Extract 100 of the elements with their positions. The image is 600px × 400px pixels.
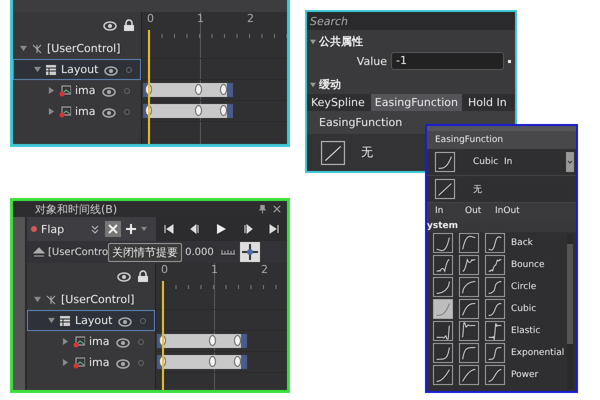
- keyframe-marker[interactable]: [234, 335, 241, 346]
- keyframe-marker[interactable]: [234, 356, 241, 367]
- easing-name: Cubic: [511, 304, 536, 314]
- tree-item-label: ima: [75, 84, 96, 97]
- close-storyboard-icon[interactable]: [105, 221, 121, 237]
- section-toggle-icon[interactable]: [310, 38, 316, 44]
- expand-arrow-icon[interactable]: [62, 359, 69, 366]
- keyframe-marker[interactable]: [195, 105, 202, 116]
- collapse-icon[interactable]: [89, 223, 101, 235]
- caret-icon[interactable]: [141, 227, 147, 231]
- last-frame-icon[interactable]: [268, 224, 279, 234]
- eye-icon[interactable]: [103, 19, 117, 31]
- keyframe-marker[interactable]: [209, 356, 216, 367]
- easing-curve-button[interactable]: [485, 299, 505, 319]
- lock-toggle-icon[interactable]: [138, 338, 144, 344]
- tree-item[interactable]: [UserControl]: [13, 38, 141, 59]
- tree-item[interactable]: ima: [27, 352, 155, 373]
- scrollbar[interactable]: [567, 234, 573, 389]
- keyframe-marker[interactable]: [220, 105, 227, 116]
- tree-item[interactable]: ima: [27, 331, 155, 352]
- expand-arrow-icon[interactable]: [20, 45, 27, 52]
- expand-arrow-icon[interactable]: [48, 317, 55, 324]
- expand-arrow-icon[interactable]: [48, 87, 55, 94]
- ruler-label: 2: [261, 263, 269, 278]
- tree-item-label: ima: [75, 105, 96, 118]
- easing-curve-button[interactable]: [433, 233, 453, 253]
- tree-item[interactable]: [UserControl]: [27, 289, 155, 310]
- next-frame-icon[interactable]: [242, 224, 253, 234]
- lock-toggle-icon[interactable]: [138, 360, 144, 366]
- tree-item-label: [UserControl]: [47, 42, 120, 55]
- lock-toggle-icon[interactable]: [140, 318, 146, 324]
- keyframe-marker[interactable]: [220, 84, 227, 95]
- easing-name: Power: [511, 370, 538, 380]
- lock-toggle-icon[interactable]: [124, 88, 130, 94]
- easing-name: Bounce: [511, 260, 545, 270]
- animation-bar[interactable]: [157, 355, 247, 369]
- tree-item[interactable]: ima: [13, 101, 141, 122]
- easing-curve-button[interactable]: [485, 255, 505, 275]
- expand-arrow-icon[interactable]: [34, 66, 41, 73]
- lock-toggle-icon[interactable]: [124, 108, 130, 114]
- eye-icon[interactable]: [116, 336, 130, 348]
- easing-curve-button[interactable]: [485, 321, 505, 341]
- easing-curve-button[interactable]: [459, 365, 479, 385]
- tree-item[interactable]: Layout: [27, 310, 155, 331]
- tree-item[interactable]: Layout: [13, 59, 141, 80]
- keyframe-marker[interactable]: [209, 335, 216, 346]
- close-icon[interactable]: [273, 205, 281, 213]
- keyframe-marker[interactable]: [195, 84, 202, 95]
- easing-curve-button[interactable]: [433, 255, 453, 275]
- lock-toggle-icon[interactable]: [126, 66, 132, 72]
- add-icon[interactable]: [125, 223, 137, 235]
- easing-curve-button[interactable]: [459, 233, 479, 253]
- image-icon: [73, 336, 85, 348]
- easing-curve-button[interactable]: [433, 343, 453, 363]
- animation-bar[interactable]: [143, 83, 233, 97]
- lock-icon[interactable]: [123, 19, 135, 31]
- easing-curve-button[interactable]: [485, 233, 505, 253]
- eye-icon[interactable]: [117, 270, 131, 282]
- pin-icon[interactable]: [258, 204, 267, 214]
- tab[interactable]: EasingFunction: [370, 94, 462, 111]
- grid-icon: [45, 64, 57, 76]
- linear-curve-icon[interactable]: [321, 140, 345, 164]
- lock-icon[interactable]: [137, 270, 149, 282]
- snap-button[interactable]: [240, 242, 260, 262]
- expand-arrow-icon[interactable]: [62, 338, 69, 345]
- eye-icon[interactable]: [102, 84, 116, 96]
- eye-icon[interactable]: [102, 106, 116, 118]
- search-field[interactable]: Search: [307, 12, 515, 30]
- value-field[interactable]: -1: [391, 52, 504, 70]
- selected-easing: Cubic In: [473, 157, 512, 167]
- easing-curve-button[interactable]: [459, 343, 479, 363]
- expand-arrow-icon[interactable]: [34, 296, 41, 303]
- animation-bar[interactable]: [157, 334, 247, 348]
- easing-curve-button[interactable]: [433, 321, 453, 341]
- play-icon[interactable]: [216, 224, 226, 234]
- tree-item-label: [UserControl]: [61, 293, 134, 306]
- tree-item[interactable]: ima: [13, 80, 141, 101]
- easing-curve-button[interactable]: [485, 365, 505, 385]
- time-display[interactable]: 0.000: [185, 246, 214, 258]
- eye-icon[interactable]: [104, 64, 118, 76]
- expand-arrow-icon[interactable]: [48, 108, 55, 115]
- eye-icon[interactable]: [116, 356, 130, 368]
- eye-icon[interactable]: [118, 314, 132, 326]
- easing-curve-button[interactable]: [459, 277, 479, 297]
- section-toggle-icon[interactable]: [310, 82, 316, 88]
- first-frame-icon[interactable]: [164, 224, 174, 234]
- ruler-icon[interactable]: [220, 249, 235, 255]
- storyboard-name[interactable]: Flap: [41, 222, 85, 236]
- easing-curve-button[interactable]: [485, 343, 505, 363]
- scope-up-icon[interactable]: [33, 247, 45, 257]
- easing-curve-button[interactable]: [433, 277, 453, 297]
- easing-curve-button[interactable]: [459, 321, 479, 341]
- easing-curve-button[interactable]: [433, 365, 453, 385]
- easing-curve-button[interactable]: [485, 277, 505, 297]
- easing-curve-button[interactable]: [459, 255, 479, 275]
- animation-bar[interactable]: [143, 104, 233, 118]
- advanced-options-icon[interactable]: [508, 60, 511, 62]
- previous-frame-icon[interactable]: [190, 224, 200, 234]
- easing-curve-button[interactable]: [459, 299, 479, 319]
- field-label: Value: [356, 54, 387, 68]
